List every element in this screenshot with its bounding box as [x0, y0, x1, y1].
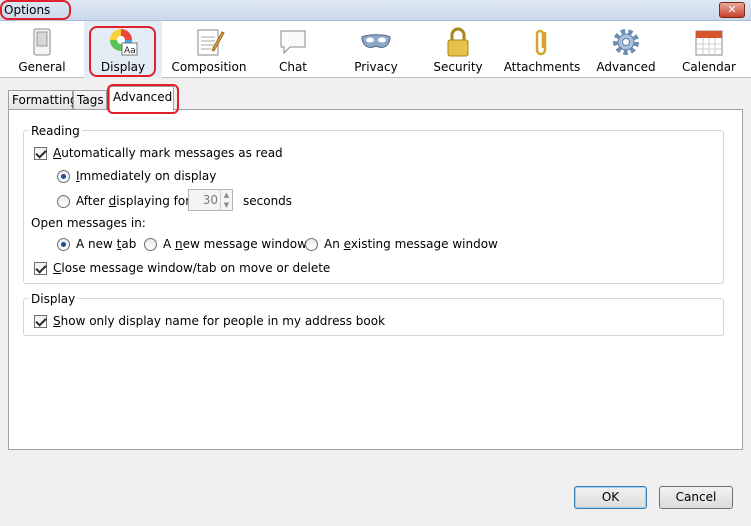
close-window-checkbox[interactable]: Close message window/tab on move or dele… — [34, 261, 330, 275]
pane-security[interactable]: Security — [417, 21, 499, 78]
general-switch-icon — [33, 28, 51, 56]
radio-selected[interactable] — [57, 237, 70, 251]
seconds-spinner[interactable]: 30 ▲ ▼ — [188, 189, 233, 211]
composition-notepad-icon — [197, 29, 225, 56]
open-messages-label: Open messages in: — [31, 216, 146, 230]
show-display-name-checkbox[interactable]: Show only display name for people in my … — [34, 314, 385, 328]
after-displaying-label: After displaying for — [76, 194, 191, 208]
privacy-mask-icon — [361, 34, 391, 48]
after-displaying-radio[interactable]: After displaying for — [57, 194, 190, 208]
advanced-tab-highlight-annotation — [107, 84, 179, 114]
ok-button[interactable]: OK — [574, 486, 647, 509]
reading-caption: Reading — [29, 124, 82, 138]
close-window-label: Close message window/tab on move or dele… — [53, 261, 331, 275]
display-highlight-annotation — [89, 26, 156, 77]
radio-unselected[interactable] — [57, 194, 70, 208]
immediately-radio[interactable]: Immediately on display — [57, 169, 216, 183]
close-icon: ✕ — [727, 3, 737, 16]
spin-up-icon[interactable]: ▲ — [221, 190, 232, 200]
title-highlight-annotation — [0, 0, 71, 20]
pane-attachments[interactable]: Attachments — [500, 21, 584, 78]
attachments-paperclip-icon — [535, 29, 547, 56]
checkbox-checked[interactable] — [34, 261, 47, 275]
pane-privacy[interactable]: Privacy — [335, 21, 417, 78]
pane-label: Composition — [171, 60, 247, 74]
spin-down-icon[interactable]: ▼ — [221, 200, 232, 210]
display-caption: Display — [29, 292, 78, 306]
cancel-button[interactable]: Cancel — [659, 486, 733, 509]
radio-selected[interactable] — [57, 169, 70, 183]
existing-window-radio[interactable]: An existing message window — [305, 237, 498, 251]
security-padlock-icon — [447, 27, 469, 57]
pane-composition[interactable]: Composition — [165, 21, 253, 78]
checkbox-checked[interactable] — [34, 314, 47, 328]
chat-bubble-icon — [280, 30, 306, 55]
seconds-value[interactable]: 30 — [203, 193, 218, 207]
pane-label: Calendar — [682, 60, 736, 74]
show-display-name-label: Show only display name for people in my … — [53, 314, 386, 328]
tab-formatting[interactable]: Formatting — [8, 90, 78, 110]
auto-mark-label: Automatically mark messages as read — [53, 146, 283, 160]
seconds-label: seconds — [243, 194, 293, 208]
pane-label: Advanced — [596, 60, 656, 74]
pane-general[interactable]: General — [0, 21, 84, 78]
pane-label: Security — [433, 60, 483, 74]
close-button[interactable]: ✕ — [719, 2, 745, 18]
advanced-gear-icon — [613, 29, 639, 55]
tab-tags[interactable]: Tags — [73, 90, 107, 110]
pane-label: Chat — [278, 60, 308, 74]
pane-label: Attachments — [503, 60, 581, 74]
new-tab-radio[interactable]: A new tab — [57, 237, 136, 251]
auto-mark-checkbox[interactable]: Automatically mark messages as read — [34, 146, 283, 160]
pane-label: Privacy — [354, 60, 398, 74]
new-window-label: A new message window — [163, 237, 307, 251]
calendar-icon — [695, 30, 723, 56]
pane-label: General — [18, 60, 66, 74]
new-window-radio[interactable]: A new message window — [144, 237, 307, 251]
radio-unselected[interactable] — [305, 237, 318, 251]
title-bar: Options ✕ — [0, 0, 751, 21]
pane-chat[interactable]: Chat — [253, 21, 333, 78]
checkbox-checked[interactable] — [34, 146, 47, 160]
spinner-arrows[interactable]: ▲ ▼ — [220, 190, 232, 210]
pane-calendar[interactable]: Calendar — [669, 21, 749, 78]
pane-advanced[interactable]: Advanced — [585, 21, 667, 78]
immediately-label: Immediately on display — [76, 169, 217, 183]
existing-window-label: An existing message window — [324, 237, 498, 251]
new-tab-label: A new tab — [76, 237, 137, 251]
radio-unselected[interactable] — [144, 237, 157, 251]
